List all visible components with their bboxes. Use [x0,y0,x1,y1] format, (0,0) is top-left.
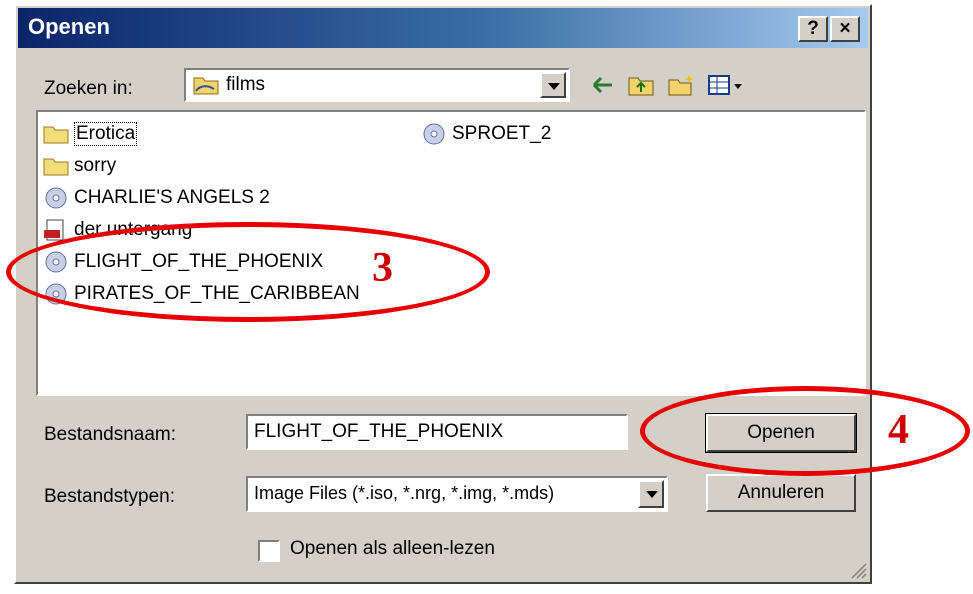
look-in-dropdown[interactable]: films [184,68,570,102]
annotation-ellipse-4 [640,386,970,476]
title-bar[interactable]: Openen ? × [18,8,868,48]
readonly-label: Openen als alleen-lezen [290,538,495,559]
readonly-checkbox[interactable] [258,540,280,562]
list-item[interactable]: SPROET_2 [420,120,551,148]
disc-image-icon [45,187,67,209]
folder-icon [43,158,69,176]
annotation-ellipse-3 [6,222,490,322]
view-menu-icon[interactable] [706,72,746,98]
shared-folder-icon [193,77,219,95]
look-in-value: films [226,74,266,95]
annotation-step-3: 3 [372,245,393,291]
window-title: Openen [28,14,110,39]
filename-label: Bestandsnaam: [44,424,177,445]
look-in-dropdown-arrow[interactable] [540,72,566,98]
filetype-dropdown-arrow[interactable] [638,480,664,508]
filetype-dropdown[interactable]: Image Files (*.iso, *.nrg, *.img, *.mds) [246,476,668,512]
look-in-label: Zoeken in: [44,78,133,99]
filename-input[interactable]: FLIGHT_OF_THE_PHOENIX [246,414,628,450]
filetype-value: Image Files (*.iso, *.nrg, *.img, *.mds) [254,483,555,503]
filetype-label: Bestandstypen: [44,486,175,507]
help-button[interactable]: ? [798,16,828,42]
filename-value: FLIGHT_OF_THE_PHOENIX [254,421,504,442]
annotation-step-4: 4 [888,407,909,453]
cancel-button[interactable]: Annuleren [706,474,856,512]
folder-icon [43,126,69,144]
up-folder-icon[interactable] [626,72,656,98]
resize-grip-icon[interactable] [848,560,868,580]
close-button[interactable]: × [830,16,860,42]
disc-image-icon [423,123,445,145]
list-item[interactable]: CHARLIE'S ANGELS 2 [42,184,270,212]
list-item[interactable]: Erotica [42,120,138,148]
list-item[interactable]: sorry [42,152,116,180]
new-folder-icon[interactable] [666,72,696,98]
back-arrow-icon[interactable] [588,72,618,98]
